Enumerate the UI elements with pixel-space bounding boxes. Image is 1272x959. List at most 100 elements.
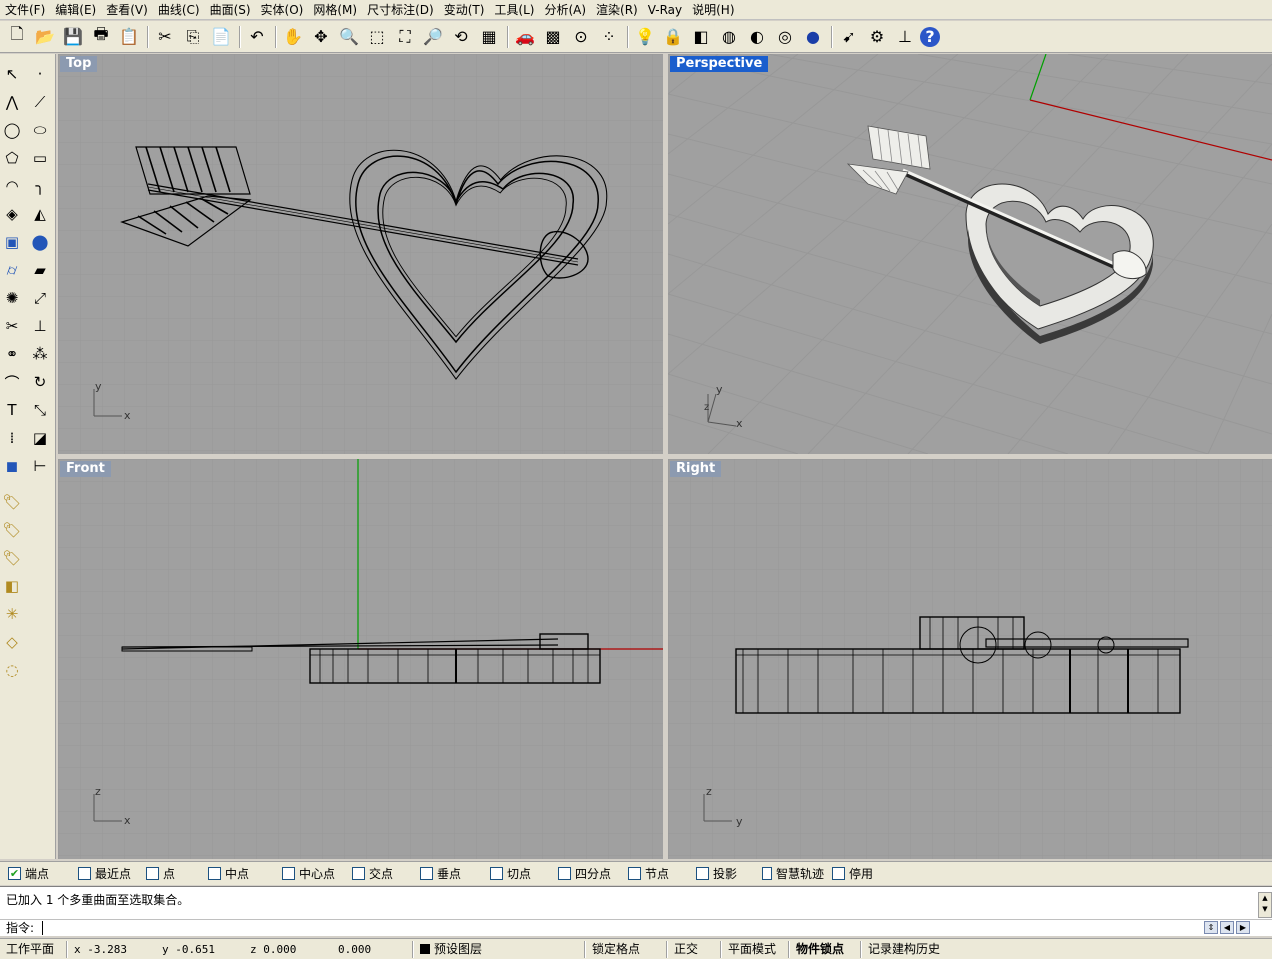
point-icon[interactable]: · (28, 62, 52, 86)
osnap-checkbox[interactable] (490, 867, 503, 880)
osnap-checkbox[interactable] (628, 867, 641, 880)
four-viewports-icon[interactable]: ▦ (476, 24, 502, 50)
color-wheel-icon[interactable]: ◍ (716, 24, 742, 50)
arc-icon[interactable]: ◠ (0, 174, 24, 198)
bend-icon[interactable]: ⌒ (0, 370, 24, 394)
zoom-dynamic-icon[interactable]: 🔍 (336, 24, 362, 50)
properties-icon[interactable]: 📋 (116, 24, 142, 50)
osnap-checkbox[interactable] (352, 867, 365, 880)
polyline-icon[interactable]: ⋀ (0, 90, 24, 114)
command-line[interactable]: 指令: (0, 919, 1272, 936)
history-scrollbar[interactable]: ▲ ▼ (1258, 892, 1272, 918)
explode-icon[interactable]: ⁂ (28, 342, 52, 366)
loft-icon[interactable]: ◭ (28, 202, 52, 226)
menu-item-8[interactable]: 变动(T) (439, 1, 490, 19)
menu-item-13[interactable]: 说明(H) (687, 1, 739, 19)
status-osnap[interactable]: 物件锁点 (790, 940, 860, 959)
options-gear-icon[interactable]: ⚙ (864, 24, 890, 50)
viewport-perspective[interactable]: x y z Perspective (668, 54, 1272, 454)
viewport-splitter-horizontal[interactable] (58, 454, 1272, 459)
box-icon[interactable]: ▣ (0, 230, 24, 254)
array-icon[interactable]: ⁞ (0, 426, 24, 450)
twist-icon[interactable]: ↻ (28, 370, 52, 394)
texture-tag-icon[interactable]: 🏷 (0, 546, 24, 570)
viewport-front[interactable]: x z Front (58, 459, 663, 859)
menu-item-10[interactable]: 分析(A) (539, 1, 591, 19)
mirror-icon[interactable]: ◪ (28, 426, 52, 450)
render-sphere-icon[interactable]: ● (800, 24, 826, 50)
vray-tag-icon[interactable]: ◇ (0, 630, 24, 654)
plane-surface-icon[interactable]: ▰ (28, 258, 52, 282)
command-nav-buttons[interactable]: ⇕ ◀ ▶ (1204, 921, 1254, 935)
text-icon[interactable]: T (0, 398, 24, 422)
menu-item-2[interactable]: 查看(V) (101, 1, 153, 19)
rotate-view-icon[interactable]: ✥ (308, 24, 334, 50)
menu-item-5[interactable]: 实体(O) (256, 1, 309, 19)
osnap-4[interactable]: 中心点 (274, 864, 344, 884)
save-icon[interactable]: 💾 (60, 24, 86, 50)
status-grid-snap[interactable]: 锁定格点 (586, 940, 666, 959)
osnap-checkbox[interactable] (146, 867, 159, 880)
osnap-icon[interactable]: ⊙ (568, 24, 594, 50)
render-preview-icon[interactable]: ◎ (772, 24, 798, 50)
dimension-icon[interactable]: ⊥ (892, 24, 918, 50)
copy-icon[interactable]: ⎘ (180, 24, 206, 50)
extrude-icon[interactable]: ⤢ (28, 286, 52, 310)
material-tag-icon[interactable]: 🏷 (0, 518, 24, 542)
viewport-title-right[interactable]: Right (670, 461, 722, 477)
fillet-icon[interactable]: ╮ (28, 174, 52, 198)
perspective-view-canvas[interactable]: x y z (668, 54, 1272, 454)
vray-sun-icon[interactable]: ✳ (0, 602, 24, 626)
osnap-checkbox[interactable] (696, 867, 709, 880)
solid-box-icon[interactable]: ◼ (0, 454, 24, 478)
cylinder-icon[interactable]: ⌭ (0, 258, 24, 282)
new-file-icon[interactable]: 🗋 (4, 24, 30, 50)
osnap-6[interactable]: 垂点 (412, 864, 482, 884)
command-nav-left-icon[interactable]: ◀ (1220, 921, 1234, 934)
vray-check-icon[interactable]: ◌ (0, 658, 24, 682)
pan-hand-icon[interactable]: ✋ (280, 24, 306, 50)
menu-item-1[interactable]: 编辑(E) (50, 1, 101, 19)
cut-icon[interactable]: ✂ (152, 24, 178, 50)
status-ortho[interactable]: 正交 (668, 940, 720, 959)
lock-icon[interactable]: 🔒 (660, 24, 686, 50)
grid-plane-icon[interactable]: ▩ (540, 24, 566, 50)
osnap-5[interactable]: 交点 (344, 864, 412, 884)
command-nav-right-icon[interactable]: ▶ (1236, 921, 1250, 934)
menu-item-4[interactable]: 曲面(S) (205, 1, 256, 19)
menu-item-0[interactable]: 文件(F) (0, 1, 50, 19)
status-record-history[interactable]: 记录建构历史 (862, 940, 952, 959)
osnap-checkbox[interactable]: ✔ (8, 867, 21, 880)
osnap-10[interactable]: 投影 (688, 864, 754, 884)
polygon-icon[interactable]: ⬠ (0, 146, 24, 170)
osnap-11[interactable]: 智慧轨迹 (754, 864, 824, 884)
status-cplane[interactable]: 工作平面 (0, 940, 66, 959)
select-points-icon[interactable]: ⁘ (596, 24, 622, 50)
open-folder-icon[interactable]: 📂 (32, 24, 58, 50)
cursor-tool-icon[interactable]: ➹ (836, 24, 862, 50)
split-icon[interactable]: ⊥ (28, 314, 52, 338)
osnap-3[interactable]: 中点 (200, 864, 274, 884)
viewport-title-top[interactable]: Top (60, 56, 98, 72)
osnap-checkbox[interactable] (558, 867, 571, 880)
boolean-icon[interactable]: ✺ (0, 286, 24, 310)
status-layer[interactable]: 预设图层 (414, 940, 584, 959)
shade-icon[interactable]: ◐ (744, 24, 770, 50)
rectangle-icon[interactable]: ▭ (28, 146, 52, 170)
car-icon[interactable]: 🚗 (512, 24, 538, 50)
viewport-title-front[interactable]: Front (60, 461, 111, 477)
osnap-checkbox[interactable] (208, 867, 221, 880)
layer-icon[interactable]: ◧ (688, 24, 714, 50)
trim-icon[interactable]: ✂ (0, 314, 24, 338)
menu-item-12[interactable]: V-Ray (643, 1, 687, 19)
sphere-icon[interactable]: ⬤ (28, 230, 52, 254)
osnap-checkbox[interactable] (762, 867, 772, 880)
right-view-canvas[interactable]: y z (668, 459, 1272, 859)
osnap-checkbox[interactable] (78, 867, 91, 880)
front-view-canvas[interactable]: x z (58, 459, 663, 859)
command-input-cursor[interactable] (41, 921, 47, 935)
zoom-extents-icon[interactable]: ⛶ (392, 24, 418, 50)
osnap-0[interactable]: ✔ 端点 (0, 864, 70, 884)
osnap-1[interactable]: 最近点 (70, 864, 138, 884)
status-planar[interactable]: 平面模式 (722, 940, 788, 959)
